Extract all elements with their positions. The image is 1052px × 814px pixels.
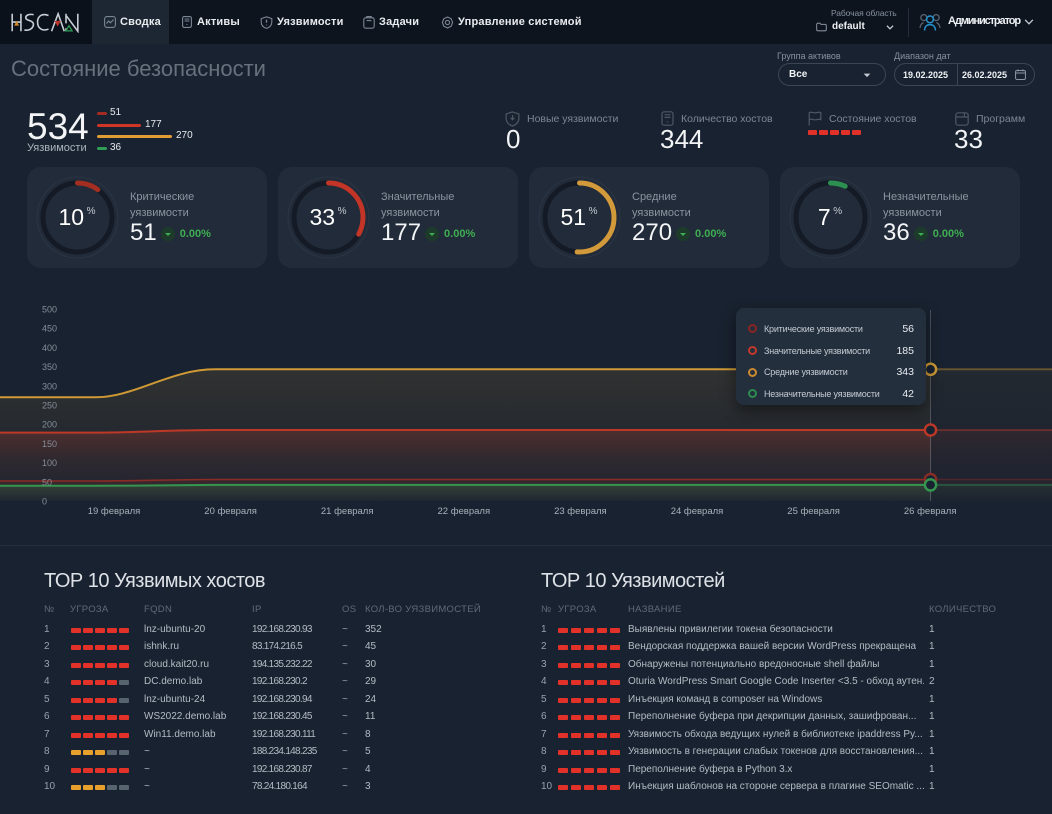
svg-text:19 февраля: 19 февраля [88,506,141,517]
svg-text:150: 150 [42,439,57,449]
svg-text:25 февраля: 25 февраля [787,506,840,517]
svg-text:450: 450 [42,324,57,334]
svg-text:300: 300 [42,381,57,391]
svg-text:23 февраля: 23 февраля [554,506,607,517]
svg-text:24 февраля: 24 февраля [671,506,724,517]
svg-text:500: 500 [42,305,57,315]
svg-text:100: 100 [42,458,57,468]
svg-text:22 февраля: 22 февраля [437,506,490,517]
svg-text:26 февраля: 26 февраля [904,506,957,517]
svg-text:20 февраля: 20 февраля [204,506,257,517]
svg-text:250: 250 [42,401,57,411]
svg-text:400: 400 [42,343,57,353]
svg-text:50: 50 [42,477,52,487]
svg-text:21 февраля: 21 февраля [321,506,374,517]
svg-text:350: 350 [42,362,57,372]
svg-text:200: 200 [42,420,57,430]
svg-text:0: 0 [42,497,47,507]
